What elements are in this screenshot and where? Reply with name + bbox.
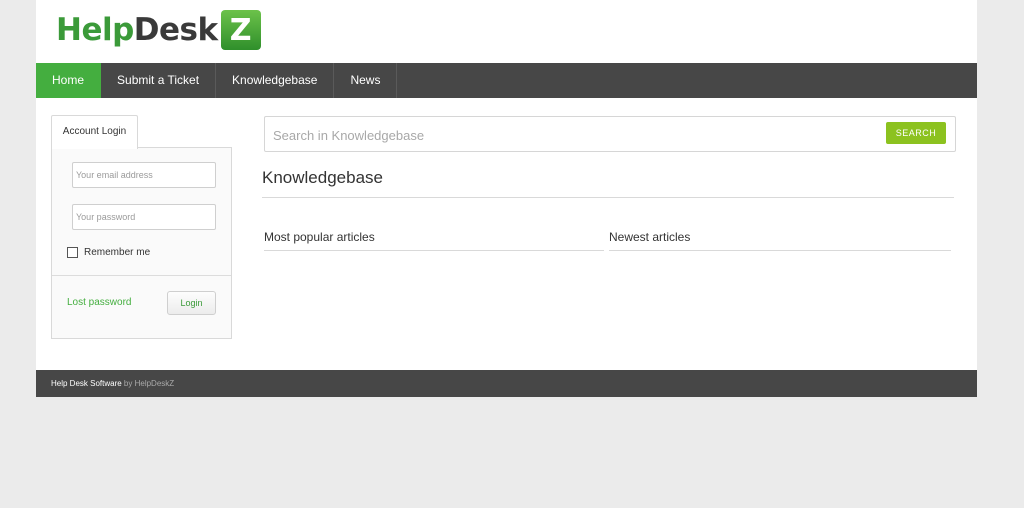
popular-articles-heading: Most popular articles bbox=[264, 230, 375, 244]
logo-text-desk: Desk bbox=[133, 12, 218, 48]
remember-me-checkbox[interactable] bbox=[67, 247, 78, 258]
search-button[interactable]: SEARCH bbox=[886, 122, 946, 144]
popular-articles-divider bbox=[264, 250, 604, 251]
login-divider bbox=[52, 275, 231, 276]
login-button[interactable]: Login bbox=[167, 291, 216, 315]
tab-account-login[interactable]: Account Login bbox=[51, 115, 138, 149]
logo-text-help: Help bbox=[56, 12, 134, 48]
kb-search-bar: SEARCH bbox=[264, 116, 956, 152]
helpdeskz-logo[interactable]: Help Desk Z bbox=[56, 9, 261, 51]
title-divider bbox=[262, 197, 954, 198]
kb-search-input[interactable] bbox=[271, 123, 875, 147]
newest-articles-heading: Newest articles bbox=[609, 230, 691, 244]
page-title: Knowledgebase bbox=[262, 168, 383, 187]
footer-text: Help Desk Software bbox=[51, 379, 122, 388]
remember-me-label: Remember me bbox=[84, 247, 151, 258]
footer-by-link[interactable]: by HelpDeskZ bbox=[122, 379, 174, 388]
newest-articles-divider bbox=[609, 250, 951, 251]
login-panel: Remember me Lost password Login bbox=[51, 147, 232, 339]
lost-password-link[interactable]: Lost password bbox=[67, 297, 131, 308]
nav-item-home[interactable]: Home bbox=[36, 63, 102, 98]
remember-me-row[interactable]: Remember me bbox=[67, 247, 150, 258]
footer-credit: Help Desk Software by HelpDeskZ bbox=[51, 370, 174, 397]
email-field[interactable] bbox=[72, 162, 216, 188]
nav-item-knowledgebase[interactable]: Knowledgebase bbox=[216, 63, 335, 98]
main-nav: Home Submit a Ticket Knowledgebase News bbox=[36, 63, 977, 98]
logo-z-box: Z bbox=[220, 10, 261, 50]
nav-item-submit-ticket[interactable]: Submit a Ticket bbox=[101, 63, 217, 98]
footer-bar: Help Desk Software by HelpDeskZ bbox=[36, 370, 977, 397]
password-field[interactable] bbox=[72, 204, 216, 230]
nav-item-news[interactable]: News bbox=[334, 63, 398, 98]
page-container: Help Desk Z Home Submit a Ticket Knowled… bbox=[36, 0, 977, 397]
